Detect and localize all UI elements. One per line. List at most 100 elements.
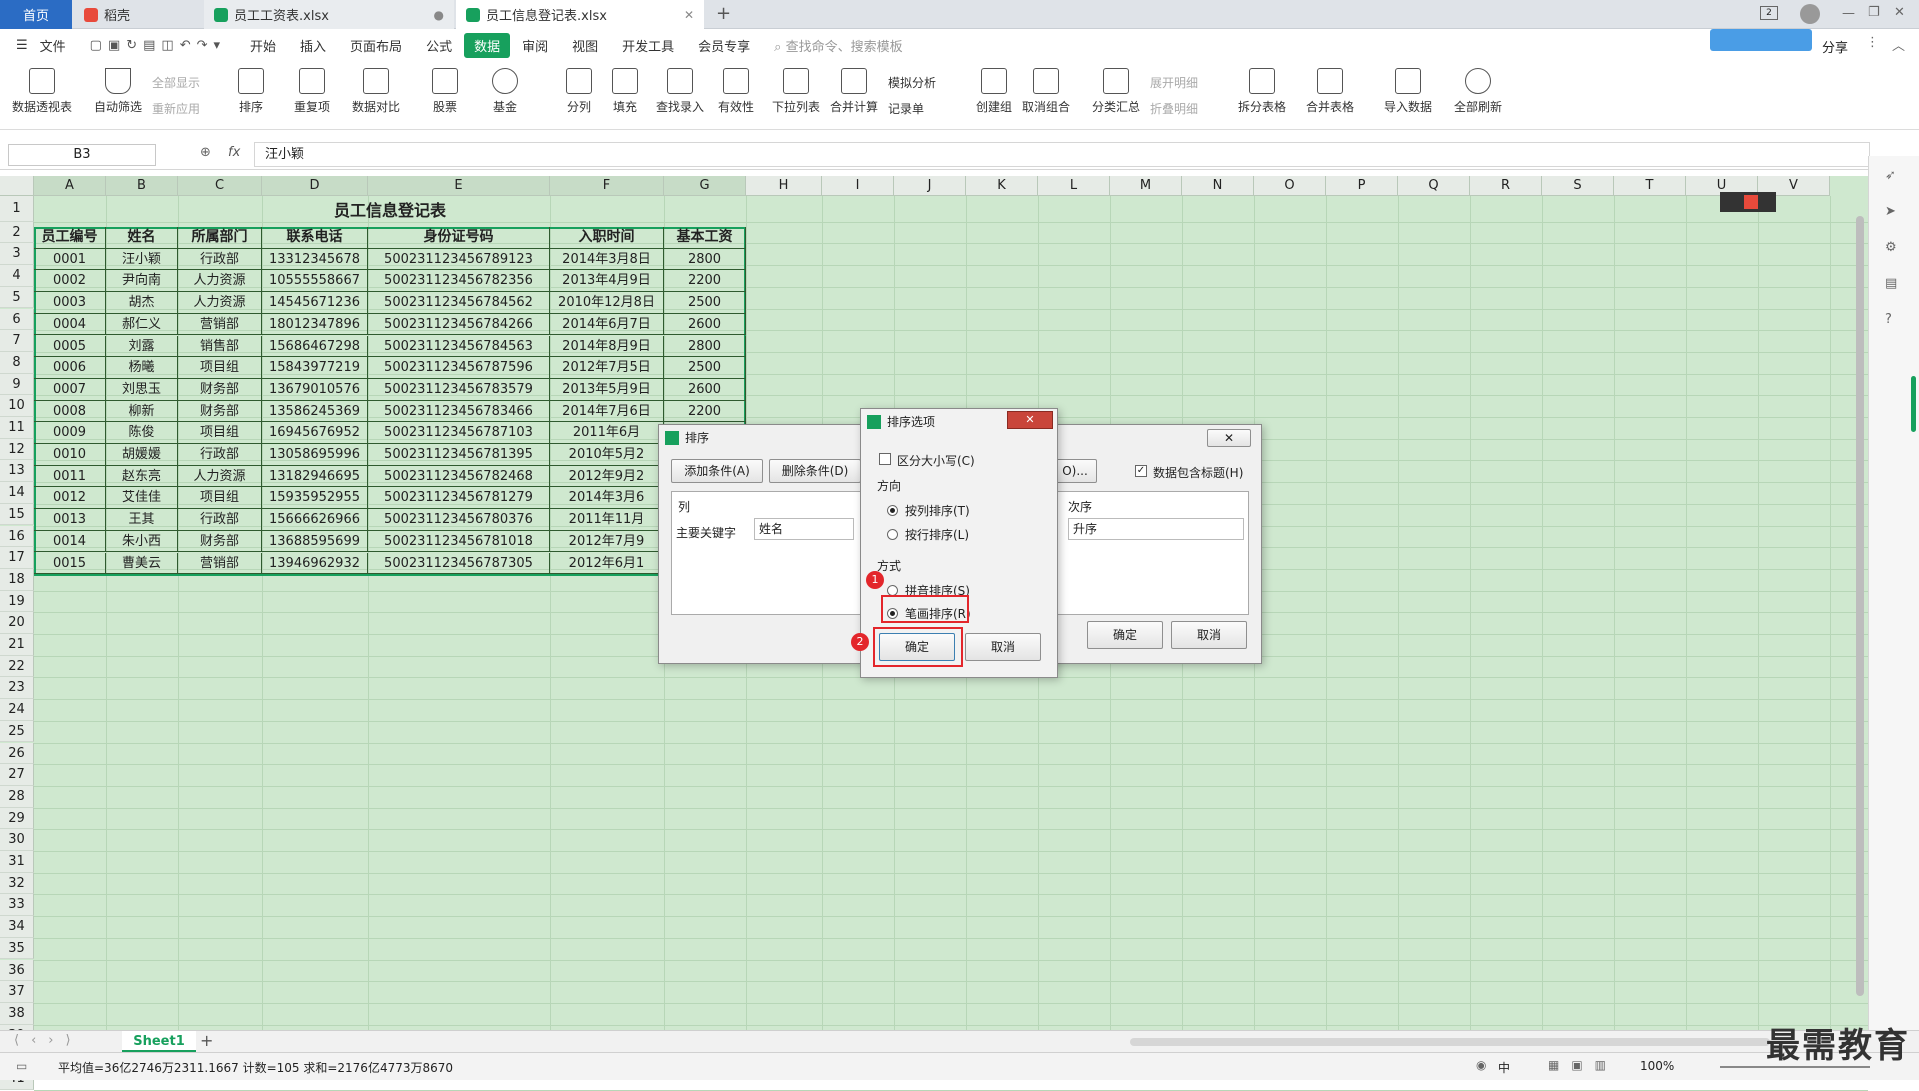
column-header-E[interactable]: E (368, 176, 550, 196)
row-header-5[interactable]: 5 (0, 286, 34, 309)
column-header-C[interactable]: C (178, 176, 262, 196)
column-header-K[interactable]: K (966, 176, 1038, 196)
dropdown-list-button[interactable]: 下拉列表 (772, 68, 820, 115)
menu-file[interactable]: 文件 (40, 36, 78, 55)
autofilter-button[interactable]: 自动筛选 (94, 68, 142, 115)
row-header-23[interactable]: 23 (0, 677, 34, 700)
by-row-radio[interactable] (887, 529, 898, 540)
menu-devtools[interactable]: 开发工具 (610, 36, 686, 55)
column-header-Q[interactable]: Q (1398, 176, 1470, 196)
row-header-15[interactable]: 15 (0, 503, 34, 526)
menu-insert[interactable]: 插入 (288, 36, 338, 55)
table-cell[interactable]: 13312345678 (262, 248, 368, 271)
table-cell[interactable]: 项目组 (178, 357, 262, 379)
name-box[interactable]: B3 (8, 144, 156, 166)
table-cell[interactable]: 曹美云 (106, 552, 178, 575)
fx-icon[interactable]: fx (228, 145, 240, 160)
compare-button[interactable]: 数据对比 (352, 68, 400, 115)
fill-button[interactable]: 填充 (612, 68, 638, 115)
table-cell[interactable]: 2012年6月1 (550, 552, 664, 575)
table-cell[interactable]: 2014年3月6 (550, 487, 664, 510)
row-header-8[interactable]: 8 (0, 351, 34, 374)
by-column-radio[interactable] (887, 505, 898, 516)
table-header-cell[interactable]: 身份证号码 (368, 227, 550, 249)
tab-daoke[interactable]: 稻壳 (74, 0, 202, 29)
table-cell[interactable]: 10555558667 (262, 270, 368, 293)
table-cell[interactable]: 2011年6月 (550, 422, 664, 444)
zoom-search-icon[interactable]: ⊕ (200, 145, 211, 160)
cloud-sync-badge[interactable] (1710, 29, 1812, 51)
window-count-icon[interactable]: 2 (1760, 6, 1778, 20)
tab-salary-file[interactable]: 员工工资表.xlsx ● (204, 0, 454, 29)
split-button[interactable]: 分列 (566, 68, 592, 115)
options-close-button[interactable]: ✕ (1007, 411, 1053, 429)
table-cell[interactable]: 15843977219 (262, 357, 368, 379)
collapse-detail-button[interactable]: 折叠明细 (1150, 100, 1198, 117)
add-condition-button[interactable]: 添加条件(A) (671, 459, 763, 483)
table-cell[interactable]: 0014 (34, 530, 106, 553)
menu-formula[interactable]: 公式 (414, 36, 464, 55)
table-cell[interactable]: 营销部 (178, 552, 262, 575)
column-header-S[interactable]: S (1542, 176, 1614, 196)
table-cell[interactable]: 500231123456787596 (368, 357, 550, 379)
showall-button[interactable]: 全部显示 (152, 74, 200, 91)
table-cell[interactable]: 行政部 (178, 444, 262, 466)
row-header-36[interactable]: 36 (0, 959, 34, 982)
table-cell[interactable]: 2600 (664, 313, 746, 336)
quick-access-icons[interactable]: ▢▣↻▤◫↶↷▾ (78, 38, 238, 53)
row-header-29[interactable]: 29 (0, 807, 34, 830)
column-header-B[interactable]: B (106, 176, 178, 196)
rocket-icon[interactable]: ➶ (1885, 168, 1896, 183)
menu-member[interactable]: 会员专享 (686, 36, 762, 55)
table-cell[interactable]: 0004 (34, 313, 106, 336)
column-header-T[interactable]: T (1614, 176, 1686, 196)
table-cell[interactable]: 13946962932 (262, 552, 368, 575)
macro-icon[interactable]: ▭ (16, 1059, 27, 1073)
table-cell[interactable]: 0008 (34, 400, 106, 423)
add-sheet-icon[interactable]: + (200, 1031, 213, 1050)
menu-start[interactable]: 开始 (238, 36, 288, 55)
table-cell[interactable]: 500231123456782356 (368, 270, 550, 293)
more-icon[interactable]: ⋮ (1866, 35, 1879, 50)
table-cell[interactable]: 500231123456783579 (368, 378, 550, 401)
menu-page-layout[interactable]: 页面布局 (338, 36, 414, 55)
table-cell[interactable]: 财务部 (178, 378, 262, 401)
column-header-N[interactable]: N (1182, 176, 1254, 196)
table-cell[interactable]: 0012 (34, 487, 106, 510)
has-header-checkbox[interactable]: ✓ (1135, 465, 1147, 477)
row-header-32[interactable]: 32 (0, 872, 34, 895)
table-cell[interactable]: 2010年5月2 (550, 444, 664, 466)
tab-employee-file[interactable]: 员工信息登记表.xlsx ✕ (456, 0, 704, 29)
merge-calc-button[interactable]: 合并计算 (830, 68, 878, 115)
row-header-11[interactable]: 11 (0, 417, 34, 439)
table-cell[interactable]: 15686467298 (262, 335, 368, 358)
table-header-cell[interactable]: 员工编号 (34, 227, 106, 249)
row-header-17[interactable]: 17 (0, 547, 34, 569)
horizontal-scrollbar[interactable] (1130, 1038, 1770, 1046)
delete-condition-button[interactable]: 删除条件(D) (769, 459, 861, 483)
table-cell[interactable]: 2200 (664, 270, 746, 293)
column-header-I[interactable]: I (822, 176, 894, 196)
row-header-28[interactable]: 28 (0, 785, 34, 808)
table-cell[interactable]: 2200 (664, 400, 746, 423)
table-cell[interactable]: 0011 (34, 465, 106, 488)
clipboard-icon[interactable]: ▤ (1885, 276, 1897, 291)
row-header-31[interactable]: 31 (0, 851, 34, 873)
table-cell[interactable]: 0005 (34, 335, 106, 358)
menu-review[interactable]: 审阅 (510, 36, 560, 55)
table-cell[interactable]: 0006 (34, 357, 106, 379)
table-cell[interactable]: 刘思玉 (106, 378, 178, 401)
table-cell[interactable]: 13679010576 (262, 378, 368, 401)
table-cell[interactable]: 尹向南 (106, 270, 178, 293)
table-cell[interactable]: 2600 (664, 378, 746, 401)
column-header-P[interactable]: P (1326, 176, 1398, 196)
subtotal-button[interactable]: 分类汇总 (1092, 68, 1140, 115)
table-cell[interactable]: 2012年7月5日 (550, 357, 664, 379)
table-cell[interactable]: 0001 (34, 248, 106, 271)
table-header-cell[interactable]: 入职时间 (550, 227, 664, 249)
case-sensitive-checkbox[interactable] (879, 453, 891, 465)
table-cell[interactable]: 2014年7月6日 (550, 400, 664, 423)
table-cell[interactable]: 汪小颖 (106, 248, 178, 271)
table-cell[interactable]: 柳新 (106, 400, 178, 423)
row-header-4[interactable]: 4 (0, 265, 34, 287)
